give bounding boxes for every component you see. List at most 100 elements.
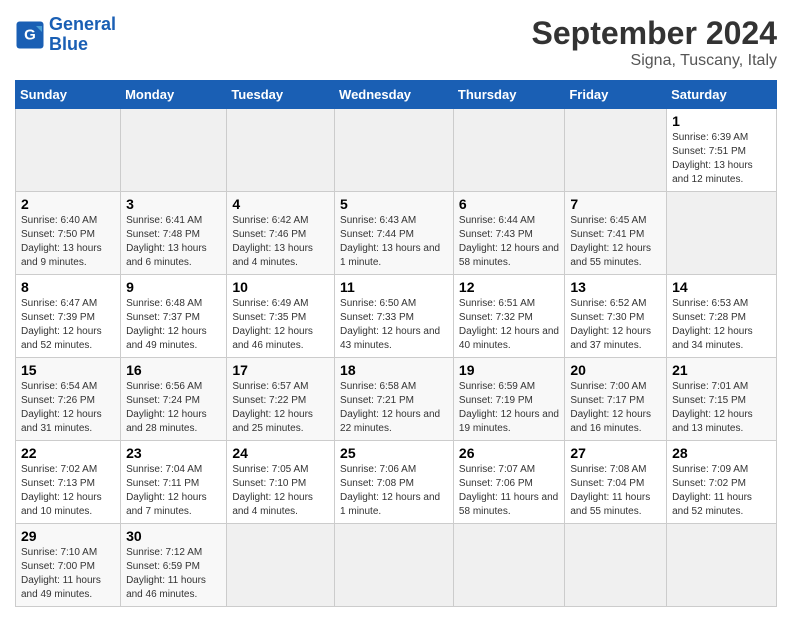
week-row-1: 1Sunrise: 6:39 AMSunset: 7:51 PMDaylight… [16,109,777,192]
col-header-saturday: Saturday [667,81,777,109]
day-info: Sunrise: 6:42 AMSunset: 7:46 PMDaylight:… [232,214,329,270]
calendar-table: SundayMondayTuesdayWednesdayThursdayFrid… [15,80,777,607]
week-row-2: 2Sunrise: 6:40 AMSunset: 7:50 PMDaylight… [16,192,777,275]
col-header-sunday: Sunday [16,81,121,109]
calendar-cell: 8Sunrise: 6:47 AMSunset: 7:39 PMDaylight… [16,275,121,358]
calendar-cell: 29Sunrise: 7:10 AMSunset: 7:00 PMDayligh… [16,524,121,607]
day-info: Sunrise: 6:45 AMSunset: 7:41 PMDaylight:… [570,214,661,270]
day-info: Sunrise: 6:50 AMSunset: 7:33 PMDaylight:… [340,297,448,353]
calendar-cell: 23 Sunrise: 7:04 AMSunset: 7:11 PMDayligh… [121,441,227,524]
calendar-cell: 22 Sunrise: 7:02 AMSunset: 7:13 PMDayligh… [16,441,121,524]
day-number: 27 [570,445,661,461]
week-row-5: 22 Sunrise: 7:02 AMSunset: 7:13 PMDayligh… [16,441,777,524]
calendar-cell: 12 Sunrise: 6:51 AMSunset: 7:32 PMDayligh… [453,275,564,358]
calendar-cell: 25Sunrise: 7:06 AMSunset: 7:08 PMDayligh… [335,441,454,524]
calendar-cell: 5Sunrise: 6:43 AMSunset: 7:44 PMDaylight… [335,192,454,275]
day-number: 2 [21,196,115,212]
day-number: 6 [459,196,559,212]
day-number: 30 [126,528,221,544]
header-row: SundayMondayTuesdayWednesdayThursdayFrid… [16,81,777,109]
day-info: Sunrise: 6:57 AMSunset: 7:22 PMDaylight:… [232,380,329,436]
calendar-cell: 24 Sunrise: 7:05 AMSunset: 7:10 PMDayligh… [227,441,335,524]
calendar-cell [335,524,454,607]
day-info: Sunrise: 7:12 AMSunset: 6:59 PMDaylight:… [126,546,221,602]
calendar-cell [565,524,667,607]
calendar-cell: 18 Sunrise: 6:58 AMSunset: 7:21 PMDayligh… [335,358,454,441]
day-number: 15 [21,362,115,378]
calendar-cell: 10 Sunrise: 6:49 AMSunset: 7:35 PMDayligh… [227,275,335,358]
logo-text: General Blue [49,15,116,55]
col-header-friday: Friday [565,81,667,109]
calendar-cell: 26Sunrise: 7:07 AMSunset: 7:06 PMDayligh… [453,441,564,524]
calendar-cell: 2Sunrise: 6:40 AMSunset: 7:50 PMDaylight… [16,192,121,275]
calendar-cell [453,109,564,192]
day-info: Sunrise: 7:00 AMSunset: 7:17 PMDaylight:… [570,380,661,436]
calendar-cell: 19 Sunrise: 6:59 AMSunset: 7:19 PMDayligh… [453,358,564,441]
day-info: Sunrise: 7:08 AMSunset: 7:04 PMDaylight:… [570,463,661,519]
calendar-cell: 28Sunrise: 7:09 AMSunset: 7:02 PMDayligh… [667,441,777,524]
col-header-tuesday: Tuesday [227,81,335,109]
week-row-3: 8Sunrise: 6:47 AMSunset: 7:39 PMDaylight… [16,275,777,358]
day-number: 17 [232,362,329,378]
day-info: Sunrise: 6:52 AMSunset: 7:30 PMDaylight:… [570,297,661,353]
calendar-cell [565,109,667,192]
day-info: Sunrise: 6:59 AMSunset: 7:19 PMDaylight:… [459,380,559,436]
calendar-cell: 21Sunrise: 7:01 AMSunset: 7:15 PMDayligh… [667,358,777,441]
calendar-cell [335,109,454,192]
calendar-cell: 7 Sunrise: 6:45 AMSunset: 7:41 PMDaylight… [565,192,667,275]
logo-line2: Blue [49,34,88,54]
month-year-title: September 2024 [532,15,777,52]
title-block: September 2024 Signa, Tuscany, Italy [532,15,777,70]
week-row-4: 15 Sunrise: 6:54 AMSunset: 7:26 PMDayligh… [16,358,777,441]
day-info: Sunrise: 6:53 AMSunset: 7:28 PMDaylight:… [672,297,771,353]
location-subtitle: Signa, Tuscany, Italy [532,52,777,70]
calendar-cell: 1Sunrise: 6:39 AMSunset: 7:51 PMDaylight… [667,109,777,192]
day-number: 24 [232,445,329,461]
calendar-cell: 27 Sunrise: 7:08 AMSunset: 7:04 PMDayligh… [565,441,667,524]
day-number: 8 [21,279,115,295]
day-info: Sunrise: 6:41 AMSunset: 7:48 PMDaylight:… [126,214,221,270]
logo-icon: G [15,20,45,50]
day-info: Sunrise: 6:54 AMSunset: 7:26 PMDaylight:… [21,380,115,436]
day-number: 23 [126,445,221,461]
calendar-cell: 3Sunrise: 6:41 AMSunset: 7:48 PMDaylight… [121,192,227,275]
logo-line1: General [49,14,116,34]
day-info: Sunrise: 6:56 AMSunset: 7:24 PMDaylight:… [126,380,221,436]
day-number: 19 [459,362,559,378]
calendar-cell [227,524,335,607]
day-number: 11 [340,279,448,295]
day-number: 20 [570,362,661,378]
col-header-thursday: Thursday [453,81,564,109]
day-number: 13 [570,279,661,295]
day-info: Sunrise: 6:51 AMSunset: 7:32 PMDaylight:… [459,297,559,353]
day-number: 22 [21,445,115,461]
calendar-cell: 4Sunrise: 6:42 AMSunset: 7:46 PMDaylight… [227,192,335,275]
calendar-cell: 9Sunrise: 6:48 AMSunset: 7:37 PMDaylight… [121,275,227,358]
day-info: Sunrise: 7:02 AMSunset: 7:13 PMDaylight:… [21,463,115,519]
svg-text:G: G [24,26,36,43]
day-info: Sunrise: 6:43 AMSunset: 7:44 PMDaylight:… [340,214,448,270]
calendar-cell: 6 Sunrise: 6:44 AMSunset: 7:43 PMDaylight… [453,192,564,275]
day-number: 7 [570,196,661,212]
calendar-cell: 20 Sunrise: 7:00 AMSunset: 7:17 PMDayligh… [565,358,667,441]
calendar-cell: 13 Sunrise: 6:52 AMSunset: 7:30 PMDayligh… [565,275,667,358]
day-number: 10 [232,279,329,295]
day-info: Sunrise: 6:58 AMSunset: 7:21 PMDaylight:… [340,380,448,436]
calendar-cell [453,524,564,607]
day-number: 14 [672,279,771,295]
calendar-cell [16,109,121,192]
day-info: Sunrise: 6:39 AMSunset: 7:51 PMDaylight:… [672,131,771,187]
day-number: 29 [21,528,115,544]
day-number: 12 [459,279,559,295]
day-info: Sunrise: 7:05 AMSunset: 7:10 PMDaylight:… [232,463,329,519]
calendar-cell: 11 Sunrise: 6:50 AMSunset: 7:33 PMDayligh… [335,275,454,358]
page-header: G General Blue September 2024 Signa, Tus… [15,15,777,70]
day-number: 16 [126,362,221,378]
day-info: Sunrise: 6:49 AMSunset: 7:35 PMDaylight:… [232,297,329,353]
day-number: 21 [672,362,771,378]
col-header-wednesday: Wednesday [335,81,454,109]
day-number: 25 [340,445,448,461]
day-info: Sunrise: 6:44 AMSunset: 7:43 PMDaylight:… [459,214,559,270]
day-info: Sunrise: 7:04 AMSunset: 7:11 PMDaylight:… [126,463,221,519]
day-number: 18 [340,362,448,378]
